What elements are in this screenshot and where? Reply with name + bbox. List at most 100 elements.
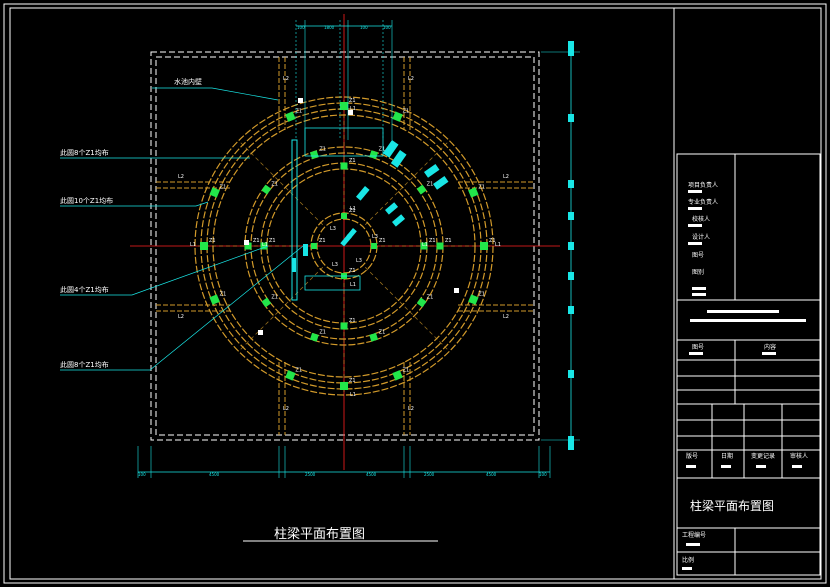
beam-label-l3-1: L3 <box>372 234 378 240</box>
tb-row-3: 校核人 <box>692 215 710 223</box>
white-mark-4 <box>258 330 263 335</box>
tb-fill-bars <box>682 190 806 570</box>
beam-radial-225 <box>240 142 324 226</box>
tb-row-4: 设计人 <box>692 233 710 241</box>
dim-text-bottom-4: 2500 <box>424 472 435 477</box>
column-inner-1 <box>340 322 348 330</box>
dim-mark-right-4 <box>568 212 574 220</box>
beam-label-l3-2: L3 <box>332 262 338 268</box>
column-mid-tag-7: Z1 <box>319 147 326 153</box>
hatch-mark-3 <box>433 175 449 190</box>
column-outer-tag-6: Z1 <box>403 109 410 115</box>
column-mid-tag-3: Z1 <box>319 329 326 335</box>
dim-mark-right-5 <box>568 242 574 250</box>
column-core-tag-3: Z1 <box>379 238 386 244</box>
beam-label-l1-5: L1 <box>350 206 356 212</box>
beam-label-l2-2: L2 <box>283 406 289 412</box>
column-mid-6 <box>261 184 272 195</box>
column-mid-8 <box>369 150 379 160</box>
white-mark-2 <box>244 240 249 245</box>
column-mid-tag-2: Z1 <box>379 329 386 335</box>
beam-label-l3-0: L3 <box>330 226 336 232</box>
dim-text-top-1: 1800 <box>324 25 335 30</box>
drawing-title: 柱梁平面布置图 <box>274 527 365 542</box>
column-mid-tag-4: Z1 <box>271 294 278 300</box>
callout-2: 此圆10个Z1均布 <box>60 196 113 205</box>
white-mark-1 <box>348 110 353 115</box>
dim-text-bottom-1: 4500 <box>209 472 220 477</box>
column-outer-axis-2 <box>340 102 348 110</box>
callouts: 水池内壁 此圆8个Z1均布 此圆10个Z1均布 此圆4个Z1均布 此圆8个Z1均… <box>60 77 202 369</box>
column-mid-tag-0: Z1 <box>445 238 452 244</box>
column-mid-9 <box>416 184 427 195</box>
column-mid-tag-5: Z1 <box>253 238 260 244</box>
column-core-3 <box>371 243 377 249</box>
dim-mark-right-8 <box>568 370 574 378</box>
column-mid-1 <box>416 297 427 308</box>
tb-content-label: 内容 <box>764 343 776 351</box>
column-outer-axis-tag-1: Z1 <box>209 238 216 244</box>
detail-bar-left-fill <box>292 258 296 272</box>
title-block: 项目负责人 专业负责人 校核人 设计人 图号 图别 图号 内容 版号 日期 变更… <box>676 153 821 576</box>
column-outer-tag-0: Z1 <box>478 292 485 298</box>
column-outer-tag-7: Z1 <box>478 184 485 190</box>
column-outer-tag-4: Z1 <box>220 184 227 190</box>
column-core-tag-1: Z1 <box>319 238 326 244</box>
column-core-tag-0: Z1 <box>349 268 356 274</box>
white-mark-0 <box>298 98 303 103</box>
column-outer-0 <box>468 294 479 305</box>
column-outer-axis-1 <box>200 242 208 250</box>
tb-row-6: 图别 <box>692 268 704 276</box>
tb-project-no-label: 工程编号 <box>682 531 706 539</box>
column-outer-axis-3 <box>480 242 488 250</box>
beam-label-l3-3: L3 <box>356 258 362 264</box>
white-mark-3 <box>454 288 459 293</box>
column-outer-2 <box>285 370 296 381</box>
dim-text-bottom-5: 4500 <box>486 472 497 477</box>
beam-radial-135 <box>240 266 324 350</box>
tb-row-2: 专业负责人 <box>688 198 718 206</box>
column-inner-tag-0: Z1 <box>429 238 436 244</box>
column-mid-tag-1: Z1 <box>427 294 434 300</box>
beam-label-l2-3: L2 <box>408 406 414 412</box>
column-outer-tag-1: Z1 <box>403 367 410 373</box>
beam-label-l1-2: L1 <box>422 242 428 248</box>
column-outer-5 <box>285 111 296 122</box>
beam-label-l1-3: L1 <box>495 242 501 248</box>
dim-text-top-0: 100 <box>297 25 305 30</box>
dim-mark-right-6 <box>568 272 574 280</box>
column-inner-tag-1: Z1 <box>349 318 356 324</box>
column-mid-tag-9: Z1 <box>427 182 434 188</box>
beam-label-l2-5: L2 <box>503 174 509 180</box>
beam-label-l2-0: L2 <box>283 76 289 82</box>
beam-label-l2-4: L2 <box>178 174 184 180</box>
callout-1: 此圆8个Z1均布 <box>60 148 109 157</box>
plan-view: Z1 Z1 Z1 Z1 Z1 Z1 Z1 Z1 Z1 Z1 Z1 Z1 Z1 Z1 Z1 Z1 Z1 Z1 Z1 Z1… <box>60 14 580 478</box>
column-outer-3 <box>209 294 220 305</box>
column-outer-tag-2: Z1 <box>295 367 302 373</box>
column-outer-6 <box>392 111 403 122</box>
callout-4: 此圆8个Z1均布 <box>60 360 109 369</box>
callout-3: 此圆4个Z1均布 <box>60 285 109 294</box>
column-core-2 <box>341 213 347 219</box>
beam-label-l2-1: L2 <box>408 76 414 82</box>
beam-label-l1-7: L1 <box>350 392 356 398</box>
dim-mark-right-3 <box>568 180 574 188</box>
column-outer-tag-3: Z1 <box>220 292 227 298</box>
dim-text-bottom-6: 100 <box>539 472 547 477</box>
hatch-mark-4 <box>356 186 370 201</box>
dim-text-bottom-2: 2500 <box>305 472 316 477</box>
dim-text-top-2: 100 <box>360 25 368 30</box>
column-outer-tag-5: Z1 <box>295 109 302 115</box>
hatch-mark-5 <box>385 202 399 215</box>
column-inner-3 <box>340 162 348 170</box>
tb-scale-label: 比例 <box>682 556 694 564</box>
dim-text-bottom-0: 100 <box>138 472 146 477</box>
column-mid-3 <box>309 332 319 342</box>
tb-drawing-no-label: 图号 <box>692 344 704 351</box>
beam-radial-45 <box>364 266 448 350</box>
column-inner-tag-2: Z1 <box>269 238 276 244</box>
beam-label-l1-0: L1 <box>190 242 196 248</box>
wall-note: 水池内壁 <box>174 77 202 86</box>
column-mid-7 <box>309 150 319 160</box>
